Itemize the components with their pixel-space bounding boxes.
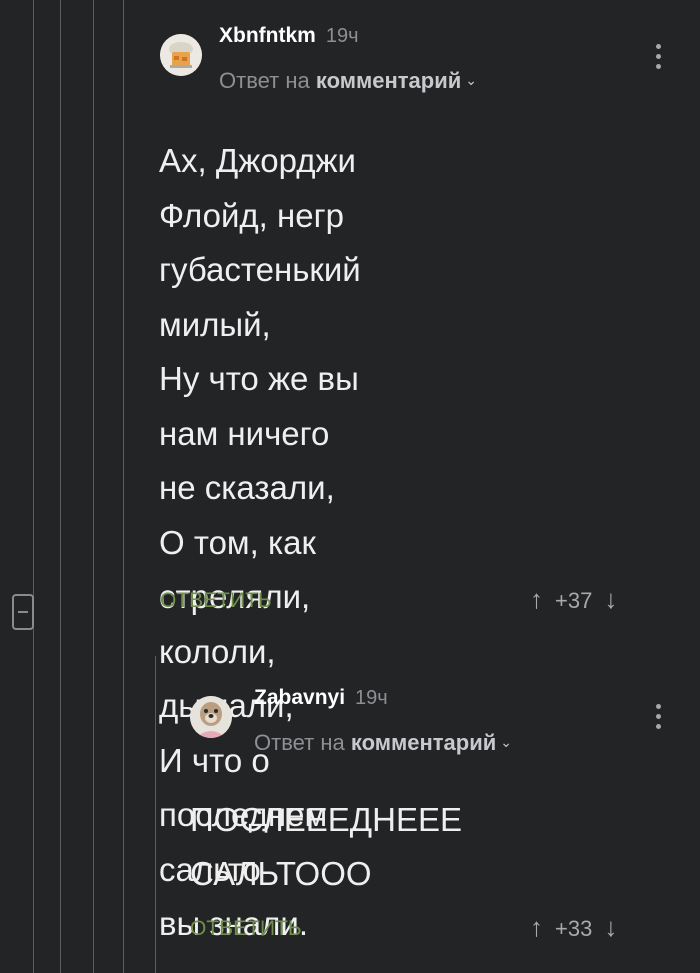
- cook-avatar-icon: [160, 34, 202, 76]
- comment-author[interactable]: Xbnfntkm 19ч: [219, 24, 359, 48]
- reply-to-link[interactable]: Ответ на комментарий ⌄: [254, 730, 512, 756]
- thread-line: [93, 0, 94, 973]
- vote-controls: ↑ +37 ↓: [530, 584, 617, 615]
- arrow-down-icon[interactable]: ↓: [604, 584, 617, 614]
- reply-button[interactable]: ОТВЕТИТЬ: [160, 589, 272, 613]
- author-name[interactable]: Zabavnyi: [254, 686, 345, 709]
- avatar[interactable]: [160, 34, 202, 76]
- comment-text: ПОСЛЕЕЕДНЕЕЕ САЛЬТООО: [190, 801, 463, 892]
- thread-line: [155, 656, 156, 973]
- comment-score: +37: [555, 588, 593, 613]
- thread-line: [123, 0, 124, 973]
- comment-score: +33: [555, 916, 593, 941]
- collapse-thread-icon[interactable]: [12, 594, 34, 630]
- more-vertical-icon[interactable]: [656, 44, 662, 74]
- reply-to-target[interactable]: комментарий: [351, 730, 496, 755]
- author-name[interactable]: Xbnfntkm: [219, 24, 316, 47]
- comment-author[interactable]: Zabavnyi 19ч: [254, 686, 388, 710]
- more-vertical-icon[interactable]: [656, 704, 662, 734]
- reply-to-link[interactable]: Ответ на комментарий ⌄: [219, 68, 477, 94]
- thread-line: [33, 0, 34, 973]
- reply-button[interactable]: ОТВЕТИТЬ: [190, 917, 302, 941]
- avatar[interactable]: [190, 696, 232, 738]
- comment-time: 19ч: [355, 687, 388, 709]
- reply-to-prefix: Ответ на: [254, 730, 345, 755]
- thread-line: [60, 0, 61, 973]
- chevron-down-icon[interactable]: ⌄: [465, 72, 477, 88]
- reply-to-target[interactable]: комментарий: [316, 68, 461, 93]
- arrow-down-icon[interactable]: ↓: [604, 912, 617, 942]
- arrow-up-icon[interactable]: ↑: [530, 584, 543, 614]
- chevron-down-icon[interactable]: ⌄: [500, 734, 512, 750]
- vote-controls: ↑ +33 ↓: [530, 912, 617, 943]
- dog-avatar-icon: [190, 696, 232, 738]
- reply-to-prefix: Ответ на: [219, 68, 310, 93]
- comment-time: 19ч: [325, 25, 359, 47]
- arrow-up-icon[interactable]: ↑: [530, 912, 543, 942]
